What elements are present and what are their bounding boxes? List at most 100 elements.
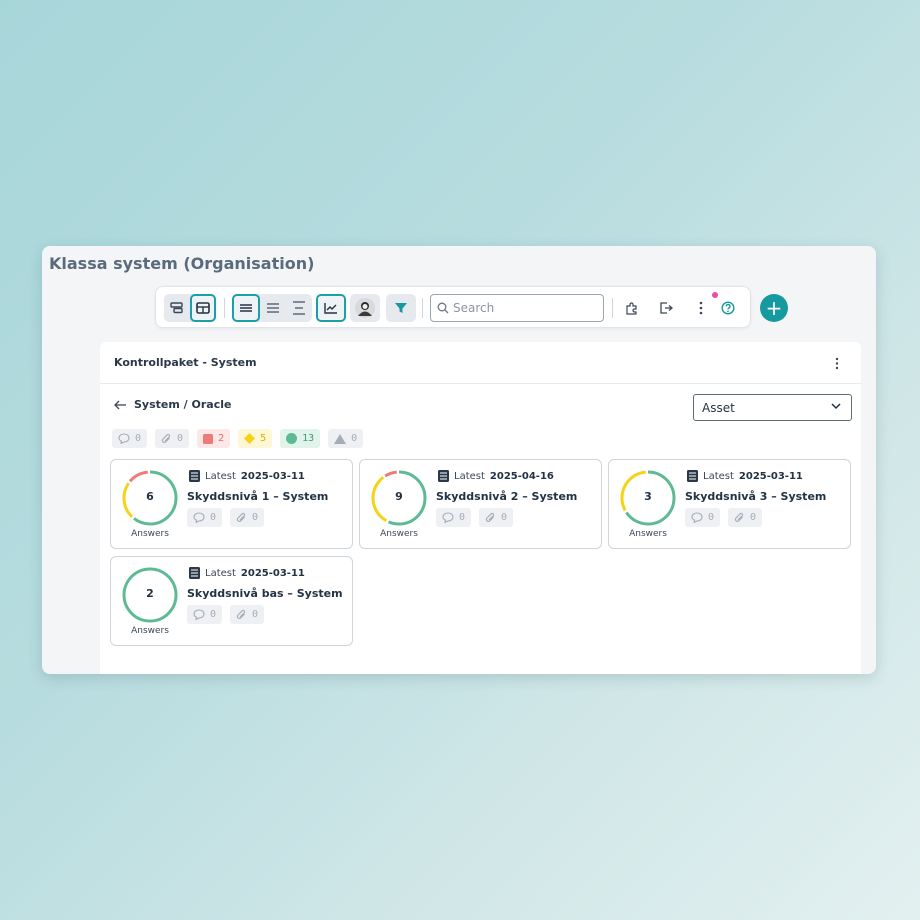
yellow-status-count[interactable]: 5 (238, 429, 273, 448)
toolbar-divider (422, 298, 423, 318)
green-status-count[interactable]: 13 (280, 429, 321, 448)
app-window: Klassa system (Organisation) Search + Ko… (42, 246, 876, 674)
density-normal-button[interactable] (260, 294, 286, 322)
view-card-button[interactable] (164, 294, 190, 322)
chart-view-button[interactable] (316, 294, 346, 322)
latest-label: Latest (205, 567, 236, 579)
group-by-select[interactable]: Asset (693, 394, 852, 421)
export-button[interactable] (651, 294, 681, 322)
diamond-icon (244, 433, 256, 444)
comments-count[interactable]: 0 (112, 429, 148, 448)
square-icon (203, 433, 214, 444)
comment-icon (118, 433, 130, 444)
comment-icon (442, 512, 454, 523)
latest-date: 2025-04-16 (489, 470, 554, 482)
attachments-count[interactable]: 0 (230, 508, 265, 527)
chevron-down-icon (831, 403, 841, 410)
answers-label: Answers (131, 529, 169, 539)
more-options-button[interactable] (686, 294, 716, 322)
latest-info: Latest 2025-03-11 (189, 470, 305, 482)
density-loose-button[interactable] (286, 294, 312, 322)
toolbar-divider (612, 298, 613, 318)
select-value: Asset (702, 400, 735, 415)
panel-title: Kontrollpaket - System (114, 356, 257, 369)
comment-icon (193, 609, 205, 620)
form-icon (189, 567, 200, 579)
density-loose-icon (293, 301, 305, 315)
add-button[interactable]: + (760, 294, 788, 322)
comments-count[interactable]: 0 (187, 605, 223, 624)
assessment-card[interactable]: 2 Answers Latest 2025-03-11 Skyddsnivå bas –… (110, 556, 353, 646)
answers-count: 2 (146, 587, 154, 600)
card-title[interactable]: Skyddsnivå bas – System (187, 587, 343, 600)
paperclip-icon (161, 433, 171, 443)
circle-icon (286, 433, 298, 444)
attachments-count[interactable]: 0 (479, 508, 514, 527)
latest-date: 2025-03-11 (738, 470, 803, 482)
density-compact-button[interactable] (232, 294, 260, 322)
panel-menu-button[interactable] (835, 355, 839, 374)
comment-icon (193, 512, 205, 523)
attachments-count[interactable]: 0 (728, 508, 763, 527)
card-stats: 00 (187, 605, 265, 624)
form-icon (687, 470, 698, 482)
filter-icon (395, 303, 407, 313)
latest-info: Latest 2025-04-16 (438, 470, 554, 482)
card-stats: 00 (187, 508, 265, 527)
card-stats: 00 (685, 508, 763, 527)
assessment-card[interactable]: 6 Answers Latest 2025-03-11 Skyddsnivå 1 – S… (110, 459, 353, 549)
comments-count[interactable]: 0 (187, 508, 223, 527)
answers-label: Answers (131, 626, 169, 636)
back-button[interactable] (114, 400, 126, 410)
view-card-icon (170, 302, 183, 314)
triangle-status-count[interactable]: 0 (328, 429, 364, 448)
breadcrumb-path[interactable]: System / Oracle (134, 398, 231, 411)
search-input[interactable] (453, 301, 593, 315)
card-title[interactable]: Skyddsnivå 3 – System (685, 490, 826, 503)
toolbar-divider (224, 298, 225, 318)
search-box (430, 294, 604, 322)
card-stats: 00 (436, 508, 514, 527)
density-normal-icon (267, 303, 279, 313)
panel-header: Kontrollpaket - System (100, 342, 861, 384)
triangle-icon (334, 433, 347, 444)
form-icon (438, 470, 449, 482)
avatar (355, 298, 375, 318)
plugin-icon (626, 302, 637, 315)
control-package-panel: Kontrollpaket - System System / Oracle A… (100, 342, 861, 674)
toolbar (155, 286, 751, 328)
more-icon (699, 301, 703, 315)
help-button[interactable] (713, 294, 743, 322)
help-icon (721, 301, 735, 315)
assessment-card[interactable]: 9 Answers Latest 2025-04-16 Skyddsnivå 2 – S… (359, 459, 602, 549)
filter-button[interactable] (386, 294, 416, 322)
summary-stats: 0 0 2 5 13 0 (112, 429, 364, 448)
attachments-count[interactable]: 0 (155, 429, 190, 448)
view-table-button[interactable] (190, 294, 216, 322)
export-icon (660, 302, 673, 314)
arrow-left-icon (114, 400, 126, 409)
plugin-button[interactable] (617, 294, 647, 322)
answers-label: Answers (629, 529, 667, 539)
answers-count: 9 (395, 490, 403, 503)
assessment-card[interactable]: 3 Answers Latest 2025-03-11 Skyddsnivå 3 – S… (608, 459, 851, 549)
breadcrumb: System / Oracle (114, 398, 231, 411)
latest-label: Latest (703, 470, 734, 482)
comments-count[interactable]: 0 (685, 508, 721, 527)
red-status-count[interactable]: 2 (197, 429, 231, 448)
user-filter-button[interactable] (350, 294, 380, 322)
latest-date: 2025-03-11 (240, 567, 305, 579)
page-title: Klassa system (Organisation) (49, 254, 315, 273)
answers-label: Answers (380, 529, 418, 539)
search-icon (437, 302, 449, 314)
paperclip-icon (236, 609, 246, 619)
density-compact-icon (240, 304, 252, 312)
latest-label: Latest (454, 470, 485, 482)
comments-count[interactable]: 0 (436, 508, 472, 527)
latest-info: Latest 2025-03-11 (189, 567, 305, 579)
attachments-count[interactable]: 0 (230, 605, 265, 624)
view-mode-group (164, 294, 216, 322)
latest-label: Latest (205, 470, 236, 482)
card-title[interactable]: Skyddsnivå 2 – System (436, 490, 577, 503)
card-title[interactable]: Skyddsnivå 1 – System (187, 490, 328, 503)
